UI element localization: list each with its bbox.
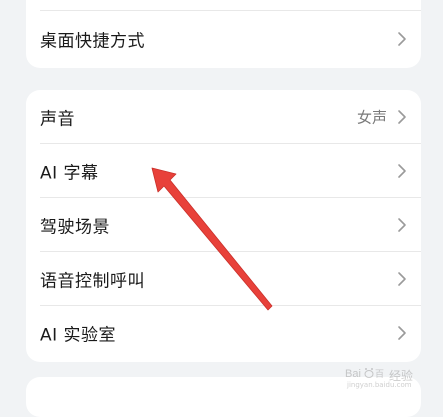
ai-lab-row[interactable]: AI 实验室	[26, 306, 421, 360]
settings-card-top: 桌面快捷方式	[26, 0, 421, 68]
voice-row[interactable]: 声音 女声	[26, 90, 421, 144]
watermark: Bai 百 经验 jingyan.baidu.com	[341, 365, 437, 391]
chevron-right-icon	[398, 326, 406, 340]
ai-lab-label: AI 实验室	[40, 325, 117, 346]
chevron-right-icon	[398, 218, 406, 232]
svg-text:Bai: Bai	[345, 368, 361, 380]
voice-control-call-label: 语音控制呼叫	[40, 271, 145, 292]
watermark-url: jingyan.baidu.com	[347, 381, 412, 389]
settings-card-main: 声音 女声 AI 字幕 驾驶场景 语音控制呼叫 AI 实验室	[26, 90, 421, 362]
voice-label: 声音	[40, 109, 75, 130]
ai-subtitles-label: AI 字幕	[40, 163, 99, 184]
driving-scene-label: 驾驶场景	[40, 217, 110, 238]
chevron-right-icon	[398, 272, 406, 286]
driving-scene-row[interactable]: 驾驶场景	[26, 198, 421, 252]
desktop-shortcut-label: 桌面快捷方式	[40, 31, 145, 52]
chevron-right-icon	[398, 164, 406, 178]
chevron-right-icon	[398, 32, 406, 46]
desktop-shortcut-row[interactable]: 桌面快捷方式	[26, 12, 421, 66]
chevron-right-icon	[398, 110, 406, 124]
voice-control-call-row[interactable]: 语音控制呼叫	[26, 252, 421, 306]
svg-text:百: 百	[375, 369, 384, 380]
voice-value: 女声	[356, 108, 387, 127]
ai-subtitles-row[interactable]: AI 字幕	[26, 144, 421, 198]
baidu-logo: Bai 百	[345, 368, 384, 380]
divider	[40, 10, 421, 11]
